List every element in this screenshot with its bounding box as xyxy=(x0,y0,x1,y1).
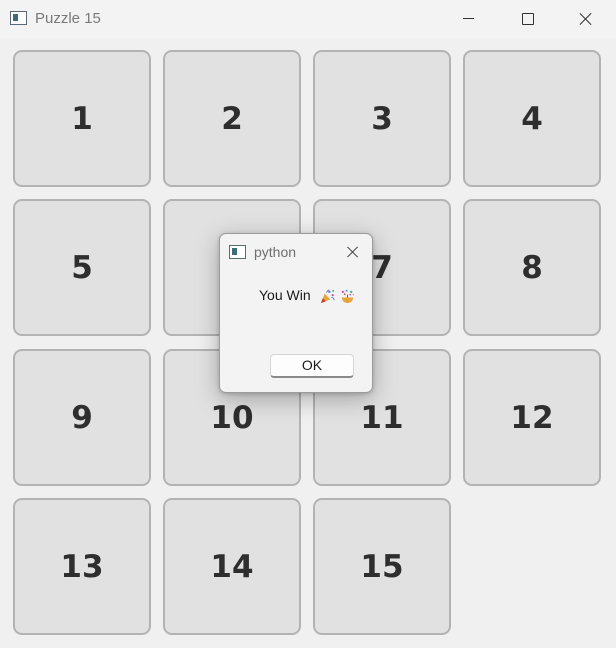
dialog-app-icon xyxy=(229,245,246,259)
confetti-ball-icon xyxy=(341,289,355,304)
window-title: Puzzle 15 xyxy=(35,10,101,27)
close-button[interactable] xyxy=(557,0,615,38)
maximize-button[interactable] xyxy=(498,0,556,38)
puzzle-window: Puzzle 15 1 2 3 4 5 6 7 8 9 10 11 12 13 … xyxy=(0,0,616,648)
tile[interactable]: 15 xyxy=(313,498,451,635)
dialog-title: python xyxy=(254,244,297,260)
minimize-button[interactable] xyxy=(440,0,498,38)
tile[interactable]: 4 xyxy=(463,50,601,187)
win-dialog: python You Win OK xyxy=(219,233,373,393)
title-bar[interactable]: Puzzle 15 xyxy=(0,0,616,38)
tile[interactable]: 2 xyxy=(163,50,301,187)
close-icon xyxy=(347,246,360,259)
tile[interactable]: 5 xyxy=(13,199,151,336)
dialog-message: You Win xyxy=(259,287,311,303)
party-popper-icon xyxy=(320,289,335,304)
tile[interactable]: 13 xyxy=(13,498,151,635)
tile[interactable]: 1 xyxy=(13,50,151,187)
tile[interactable]: 8 xyxy=(463,199,601,336)
close-icon xyxy=(579,12,593,26)
tile[interactable]: 3 xyxy=(313,50,451,187)
tile[interactable]: 9 xyxy=(13,349,151,486)
app-window-icon xyxy=(10,11,27,25)
ok-button[interactable]: OK xyxy=(270,354,354,378)
dialog-close-button[interactable] xyxy=(340,240,366,264)
tile[interactable]: 12 xyxy=(463,349,601,486)
tile[interactable]: 14 xyxy=(163,498,301,635)
